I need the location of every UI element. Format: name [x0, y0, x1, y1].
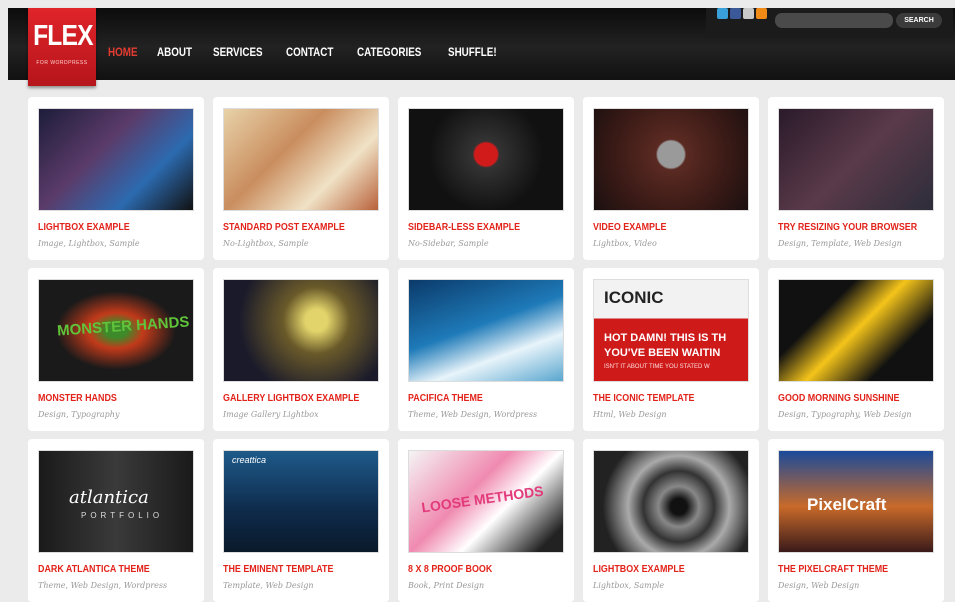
post-card[interactable]: PixelCraft THE PIXELCRAFT THEME Design, We…	[768, 439, 944, 602]
post-card[interactable]: creattica THE EMINENT TEMPLATE Template, W…	[213, 439, 389, 602]
post-thumbnail[interactable]	[408, 108, 564, 211]
search-button[interactable]: SEARCH	[896, 13, 942, 28]
post-card[interactable]: GALLERY LIGHTBOX EXAMPLE Image Gallery Li…	[213, 268, 389, 431]
post-thumbnail[interactable]	[778, 279, 934, 382]
post-tags[interactable]: Design, Template, Web Design	[778, 239, 902, 248]
thumbnail-text: creattica	[232, 455, 267, 465]
post-tags[interactable]: Book, Print Design	[408, 581, 484, 590]
thumbnail-text: LOOSE METHODS	[420, 482, 545, 516]
post-title[interactable]: TRY RESIZING YOUR BROWSER	[778, 221, 917, 233]
post-tags[interactable]: Image Gallery Lightbox	[223, 410, 319, 419]
thumbnail-text: atlantica	[69, 487, 149, 508]
post-card[interactable]: SIDEBAR-LESS EXAMPLE No-Sidebar, Sample	[398, 97, 574, 260]
post-card[interactable]: MONSTER HANDS MONSTER HANDS Design, Typogr…	[28, 268, 204, 431]
post-card[interactable]: STANDARD POST EXAMPLE No-Lightbox, Sample	[213, 97, 389, 260]
post-title[interactable]: LIGHTBOX EXAMPLE	[38, 221, 130, 233]
post-tags[interactable]: Theme, Web Design, Wordpress	[408, 410, 537, 419]
post-tags[interactable]: Design, Web Design	[778, 581, 859, 590]
post-card[interactable]: VIDEO EXAMPLE Lightbox, Video	[583, 97, 759, 260]
thumbnail-text: ISN'T IT ABOUT TIME YOU STATED W	[604, 364, 710, 370]
post-thumbnail[interactable]: ICONIC HOT DAMN! THIS IS TH YOU'VE BEEN WA…	[593, 279, 749, 382]
post-title[interactable]: GALLERY LIGHTBOX EXAMPLE	[223, 392, 359, 404]
post-thumbnail[interactable]: MONSTER HANDS	[38, 279, 194, 382]
post-card[interactable]: PACIFICA THEME Theme, Web Design, Wordpre…	[398, 268, 574, 431]
post-title[interactable]: 8 X 8 PROOF BOOK	[408, 563, 492, 575]
post-tags[interactable]: Image, Lightbox, Sample	[38, 239, 140, 248]
rss-icon[interactable]	[756, 8, 767, 19]
post-tags[interactable]: Theme, Web Design, Wordpress	[38, 581, 167, 590]
post-tags[interactable]: Lightbox, Sample	[593, 581, 664, 590]
post-thumbnail[interactable]	[593, 450, 749, 553]
post-thumbnail[interactable]	[408, 279, 564, 382]
post-title[interactable]: SIDEBAR-LESS EXAMPLE	[408, 221, 520, 233]
post-thumbnail[interactable]	[223, 108, 379, 211]
post-thumbnail[interactable]	[593, 108, 749, 211]
nav-services[interactable]: SERVICES	[213, 45, 263, 59]
post-thumbnail[interactable]: PixelCraft	[778, 450, 934, 553]
post-card[interactable]: LOOSE METHODS 8 X 8 PROOF BOOK Book, Print…	[398, 439, 574, 602]
search-input[interactable]	[775, 13, 893, 28]
twitter-icon[interactable]	[717, 8, 728, 19]
nav-about[interactable]: ABOUT	[157, 45, 192, 59]
post-thumbnail[interactable]: LOOSE METHODS	[408, 450, 564, 553]
post-thumbnail[interactable]	[223, 279, 379, 382]
nav-contact[interactable]: CONTACT	[286, 45, 333, 59]
thumbnail-text: MONSTER HANDS	[56, 313, 190, 340]
post-thumbnail[interactable]	[778, 108, 934, 211]
post-card[interactable]: LIGHTBOX EXAMPLE Lightbox, Sample	[583, 439, 759, 602]
thumbnail-text: YOU'VE BEEN WAITIN	[604, 347, 721, 359]
post-title[interactable]: VIDEO EXAMPLE	[593, 221, 666, 233]
post-tags[interactable]: No-Lightbox, Sample	[223, 239, 309, 248]
post-title[interactable]: THE PIXELCRAFT THEME	[778, 563, 888, 575]
nav-shuffle[interactable]: SHUFFLE!	[448, 45, 497, 59]
post-card[interactable]: LIGHTBOX EXAMPLE Image, Lightbox, Sample	[28, 97, 204, 260]
logo-subtext: FOR WORDPRESS	[36, 60, 88, 66]
post-title[interactable]: THE ICONIC TEMPLATE	[593, 392, 694, 404]
nav-home[interactable]: HOME	[108, 45, 138, 59]
thumbnail-text: PixelCraft	[807, 495, 887, 514]
post-tags[interactable]: Template, Web Design	[223, 581, 314, 590]
post-tags[interactable]: Html, Web Design	[593, 410, 666, 419]
post-card[interactable]: GOOD MORNING SUNSHINE Design, Typography,…	[768, 268, 944, 431]
post-tags[interactable]: Design, Typography, Web Design	[778, 410, 912, 419]
logo-text: FLEX	[33, 20, 93, 52]
post-thumbnail[interactable]	[38, 108, 194, 211]
post-tags[interactable]: Design, Typography	[38, 410, 119, 419]
facebook-icon[interactable]	[730, 8, 741, 19]
post-card[interactable]: TRY RESIZING YOUR BROWSER Design, Templat…	[768, 97, 944, 260]
nav-categories[interactable]: CATEGORIES	[357, 45, 421, 59]
post-card[interactable]: ICONIC HOT DAMN! THIS IS TH YOU'VE BEEN WA…	[583, 268, 759, 431]
thumbnail-text: PORTFOLIO	[81, 511, 164, 520]
post-title[interactable]: PACIFICA THEME	[408, 392, 483, 404]
post-title[interactable]: THE EMINENT TEMPLATE	[223, 563, 333, 575]
post-title[interactable]: LIGHTBOX EXAMPLE	[593, 563, 685, 575]
post-title[interactable]: GOOD MORNING SUNSHINE	[778, 392, 899, 404]
post-tags[interactable]: No-Sidebar, Sample	[408, 239, 489, 248]
email-icon[interactable]	[743, 8, 754, 19]
post-title[interactable]: STANDARD POST EXAMPLE	[223, 221, 345, 233]
post-thumbnail[interactable]: creattica	[223, 450, 379, 553]
post-thumbnail[interactable]: atlantica PORTFOLIO	[38, 450, 194, 553]
post-card[interactable]: atlantica PORTFOLIO DARK ATLANTICA THEME Th…	[28, 439, 204, 602]
post-title[interactable]: DARK ATLANTICA THEME	[38, 563, 150, 575]
post-tags[interactable]: Lightbox, Video	[593, 239, 657, 248]
post-title[interactable]: MONSTER HANDS	[38, 392, 117, 404]
main-nav: HOME ABOUT SERVICES CONTACT CATEGORIES S…	[108, 45, 508, 59]
thumbnail-text: ICONIC	[604, 288, 664, 307]
site-logo[interactable]: FLEX FOR WORDPRESS	[28, 8, 96, 86]
thumbnail-text: HOT DAMN! THIS IS TH	[604, 332, 727, 344]
